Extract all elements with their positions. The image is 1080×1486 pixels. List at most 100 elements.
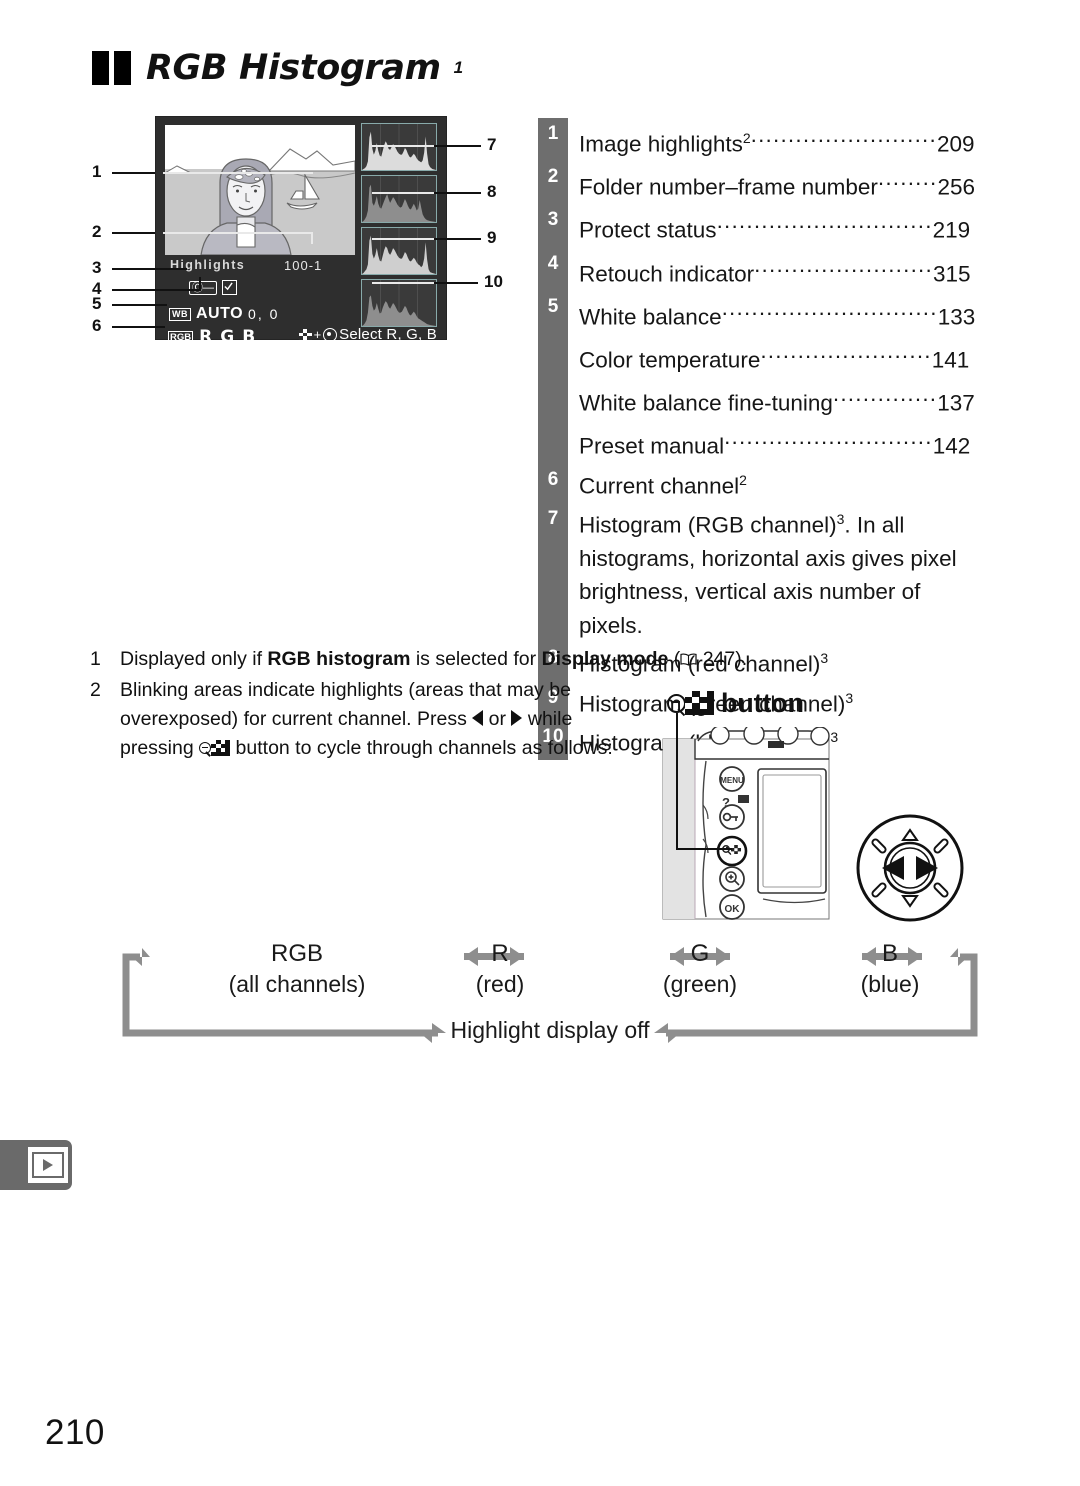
fn1-part-e: (	[668, 648, 681, 670]
footnote-2-text: Blinking areas indicate highlights (area…	[120, 676, 648, 763]
reference-item-leader-dots: ........................	[754, 251, 933, 277]
cycle-code-rgb: RGB	[270, 940, 323, 967]
heading-marker-squares	[92, 51, 131, 85]
reference-item-label: Folder number–frame number	[579, 174, 878, 200]
fn1-bold-display-mode: Display mode	[541, 648, 669, 670]
callout-7: 7	[487, 135, 497, 154]
fn1-part-c: is selected for	[410, 648, 542, 670]
fn1-bold-rgb-histogram: RGB histogram	[267, 648, 411, 670]
reference-item-leader-dots: .............................	[716, 208, 933, 234]
lcd-white-balance-row: WB AUTO 0, 0	[169, 305, 279, 323]
footnote-2-number: 2	[90, 679, 101, 701]
thumbnail-icon	[298, 329, 312, 340]
reference-item-text: Protect status..........................…	[568, 204, 978, 247]
reference-item-text: Color temperature.......................…	[568, 334, 978, 377]
page-title-text: RGB Histogram	[146, 48, 441, 88]
reference-item-leader-dots: ............................	[724, 424, 933, 450]
lcd-status-icons: Ⓒ—	[189, 280, 237, 295]
reference-list-item: 3 Protect status.........................…	[538, 204, 978, 247]
cycle-item-b: B (blue)	[820, 938, 960, 1000]
cycle-code-r: R	[491, 940, 509, 967]
reference-item-text: Current channel2	[568, 464, 978, 503]
manual-page: RGB Histogram 1 Highlights 100-1 Ⓒ— WB A…	[0, 0, 1080, 1486]
reference-list-item: 2 Folder number–frame number........256	[538, 161, 978, 204]
reference-item-leader-dots: .......................	[760, 337, 932, 363]
cycle-highlight-off-label: Highlight display off	[450, 1017, 650, 1043]
reference-item-footnote-marker: 2	[742, 130, 751, 147]
reference-item-leader-dots: ..............	[832, 381, 938, 407]
lcd-frame-number: 100-1	[284, 258, 323, 273]
channel-cycle-diagram: RGB (all channels) R (red) G (green) B (…	[120, 935, 980, 1055]
reference-item-leader-dots: ........	[877, 165, 938, 191]
histogram-green	[361, 227, 437, 275]
multi-selector-icon	[323, 327, 338, 342]
zoom-out-thumbnail-icon	[667, 690, 714, 717]
reference-list-item: Color temperature.......................…	[538, 334, 978, 377]
svg-text:OK: OK	[725, 904, 741, 915]
callout-2: 2	[92, 222, 102, 241]
reference-item-footnote-marker: 2	[739, 471, 747, 488]
cycle-item-rgb: RGB (all channels)	[182, 938, 412, 1000]
footnote-1: 1 Displayed only if RGB histogram is sel…	[90, 645, 747, 674]
cycle-desc-b: (blue)	[860, 971, 920, 997]
reference-item-footnote-marker: 3	[830, 728, 839, 745]
callout-3: 3	[92, 258, 102, 277]
channel-g-label: G	[220, 327, 237, 347]
histogram-rgb	[361, 123, 437, 171]
reference-list-item: 4 Retouch indicator......................…	[538, 248, 978, 291]
page-title: RGB Histogram 1	[92, 48, 463, 88]
reference-item-label: White balance fine-tuning	[579, 390, 833, 416]
page-number: 210	[45, 1413, 105, 1452]
callout-1: 1	[92, 162, 102, 181]
playback-section-tab	[0, 1140, 72, 1190]
reference-item-label: White balance	[579, 304, 722, 330]
svg-text:MENU: MENU	[720, 776, 744, 785]
playback-icon	[28, 1147, 68, 1183]
book-reference-icon	[680, 646, 697, 666]
reference-list-item: 1 Image highlights2......................…	[538, 118, 978, 161]
footnote-2: 2 Blinking areas indicate highlights (ar…	[90, 676, 650, 763]
reference-list-item: White balance fine-tuning..............1…	[538, 377, 978, 420]
cycle-desc-rgb: (all channels)	[228, 971, 366, 997]
channel-r-label: R	[199, 327, 215, 347]
cycle-code-g: G	[690, 940, 710, 967]
reference-item-leader-dots: .............................	[721, 294, 938, 320]
reference-item-page: 142	[932, 433, 971, 459]
footnotes: 1 Displayed only if RGB histogram is sel…	[90, 645, 747, 765]
histogram-blue	[361, 279, 437, 327]
reference-item-label: Histogram (RGB channel)	[579, 512, 837, 538]
wb-badge: WB	[169, 307, 191, 321]
fn1-part-a: Displayed only if	[120, 648, 268, 670]
camera-lcd-illustration: Highlights 100-1 Ⓒ— WB AUTO 0, 0 RGB R G…	[155, 116, 447, 347]
wb-fine-tune: 0, 0	[248, 306, 280, 322]
cycle-desc-r: (red)	[475, 971, 525, 997]
rgb-badge: RGB	[168, 330, 194, 344]
camera-back-illustration: MENU ? OK	[662, 723, 830, 920]
reference-item-text: White balance fine-tuning..............1…	[568, 377, 978, 420]
retouch-check-icon	[222, 280, 237, 295]
reference-item-page: 133	[937, 304, 976, 330]
reference-list-item: 7 Histogram (RGB channel)3. In all histog…	[538, 503, 978, 643]
reference-item-text: Histogram (RGB channel)3. In all histogr…	[568, 503, 978, 643]
reference-item-text: Folder number–frame number........256	[568, 161, 978, 204]
histogram-red	[361, 175, 437, 223]
multi-selector-dial	[848, 812, 972, 924]
select-hint-text: Select R, G, B	[339, 326, 437, 343]
callout-6: 6	[92, 316, 102, 335]
reference-item-label: Protect status	[579, 217, 717, 243]
zoom-out-button-heading-text: button	[721, 688, 804, 718]
wb-mode: AUTO	[196, 305, 244, 322]
reference-item-label: Preset manual	[579, 433, 725, 459]
reference-item-page: 219	[932, 217, 971, 243]
zoom-out-button-heading: button	[667, 688, 804, 719]
callout-5: 5	[92, 294, 102, 313]
reference-item-page: 141	[931, 347, 970, 373]
reference-item-footnote-marker: 3	[820, 650, 829, 667]
cycle-item-r: R (red)	[450, 938, 550, 1000]
reference-item-page: 256	[937, 174, 976, 200]
reference-item-label: Current channel	[579, 473, 740, 498]
callout-10: 10	[484, 272, 503, 291]
reference-item-text: Retouch indicator.......................…	[568, 248, 978, 291]
reference-item-number: 7	[547, 507, 559, 529]
fn2-part-b: or	[483, 708, 512, 730]
